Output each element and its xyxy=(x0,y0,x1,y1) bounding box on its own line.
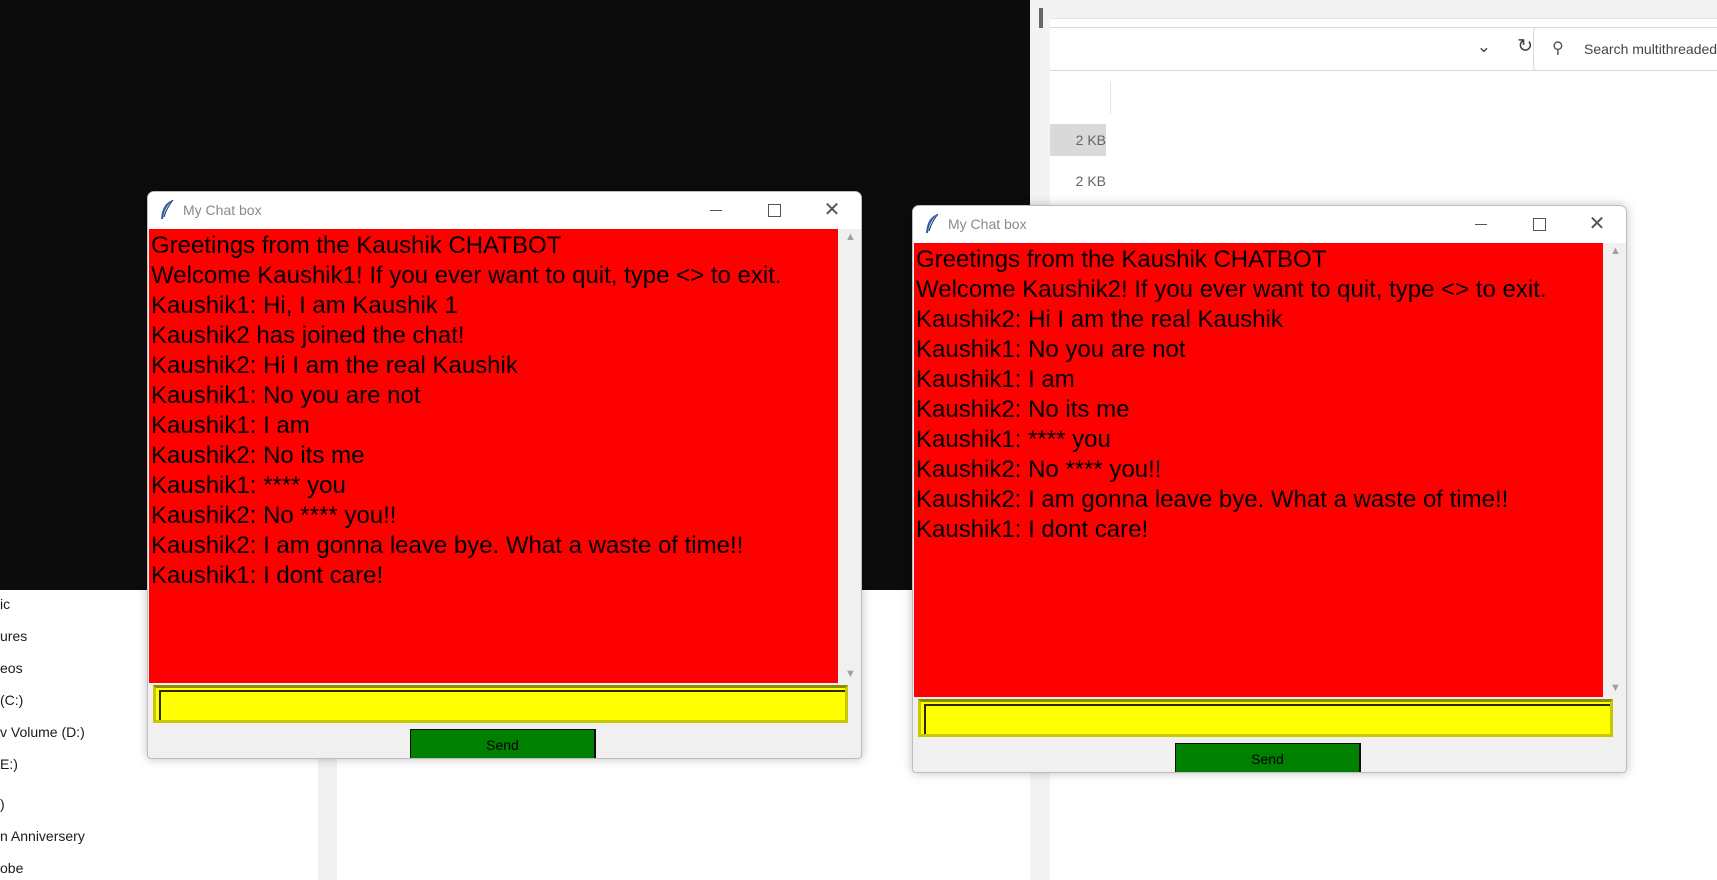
message-line: Kaushik1: **** you xyxy=(151,472,346,499)
send-button[interactable]: Send xyxy=(410,729,596,758)
message-line: Kaushik2 has joined the chat! xyxy=(151,322,465,349)
window-title: My Chat box xyxy=(183,202,262,218)
message-line: Kaushik1: I dont care! xyxy=(151,562,384,589)
message-line: Kaushik1: I am xyxy=(916,366,1075,393)
message-area[interactable]: Greetings from the Kaushik CHATBOT Welco… xyxy=(914,243,1603,697)
minimize-button[interactable] xyxy=(1452,206,1510,243)
message-scrollbar[interactable]: ▲ ▼ xyxy=(839,229,861,681)
maximize-icon xyxy=(767,204,781,218)
message-line: Kaushik2: No its me xyxy=(151,442,365,469)
send-button[interactable]: Send xyxy=(1175,743,1361,772)
nav-item-anniversery[interactable]: n Anniversery xyxy=(0,828,85,844)
search-input[interactable]: ⚲ Search multithreaded xyxy=(1533,27,1717,71)
nav-item-drive[interactable]: ) xyxy=(0,796,5,812)
minimize-button[interactable] xyxy=(687,192,745,229)
chat-window-kaushik1: My Chat box ✕ Greetings from the Kaushik… xyxy=(147,191,862,759)
message-line: Kaushik2: No **** you!! xyxy=(916,456,1162,483)
nav-item-drive-c[interactable]: (C:) xyxy=(0,692,23,708)
input-inner-border xyxy=(159,690,845,720)
nav-item-videos[interactable]: eos xyxy=(0,660,23,676)
title-bar[interactable]: My Chat box ✕ xyxy=(913,206,1626,243)
file-size-cell[interactable]: 2 KB xyxy=(1050,165,1106,197)
minimize-icon xyxy=(1475,224,1487,226)
message-scrollbar[interactable]: ▲ ▼ xyxy=(1604,243,1626,695)
column-divider[interactable] xyxy=(1110,82,1111,114)
chat-window-kaushik2: My Chat box ✕ Greetings from the Kaushik… xyxy=(912,205,1627,773)
message-line: Kaushik1: No you are not xyxy=(151,382,421,409)
message-line: Greetings from the Kaushik CHATBOT xyxy=(916,246,1327,273)
message-line: Kaushik2: No **** you!! xyxy=(151,502,397,529)
message-line: Welcome Kaushik1! If you ever want to qu… xyxy=(151,262,782,289)
message-input[interactable] xyxy=(153,685,848,723)
search-placeholder: Search multithreaded xyxy=(1584,41,1717,57)
message-line: Welcome Kaushik2! If you ever want to qu… xyxy=(916,276,1547,303)
message-line: Kaushik1: **** you xyxy=(916,426,1111,453)
nav-item-drive-e[interactable]: E:) xyxy=(0,756,18,772)
minimize-icon xyxy=(710,210,722,212)
maximize-icon xyxy=(1532,218,1546,232)
refresh-icon[interactable]: ↻ xyxy=(1517,35,1533,58)
close-button[interactable]: ✕ xyxy=(1568,206,1626,243)
close-button[interactable]: ✕ xyxy=(803,192,861,229)
message-line: Kaushik1: No you are not xyxy=(916,336,1186,363)
message-line: Kaushik2: I am gonna leave bye. What a w… xyxy=(916,486,1509,513)
resize-grip[interactable] xyxy=(1039,8,1043,28)
scroll-up-arrow-icon[interactable]: ▲ xyxy=(845,231,856,243)
message-input[interactable] xyxy=(918,699,1613,737)
chevron-down-icon[interactable]: ⌄ xyxy=(1477,37,1491,57)
maximize-button[interactable] xyxy=(1510,206,1568,243)
maximize-button[interactable] xyxy=(745,192,803,229)
message-line: Kaushik2: I am gonna leave bye. What a w… xyxy=(151,532,744,559)
window-title: My Chat box xyxy=(948,216,1027,232)
close-icon: ✕ xyxy=(823,199,841,221)
message-line: Kaushik1: Hi, I am Kaushik 1 xyxy=(151,292,458,319)
message-line: Greetings from the Kaushik CHATBOT xyxy=(151,232,562,259)
nav-item-adobe[interactable]: obe xyxy=(0,860,23,876)
scroll-up-arrow-icon[interactable]: ▲ xyxy=(1610,245,1621,257)
scroll-down-arrow-icon[interactable]: ▼ xyxy=(845,668,856,680)
message-line: Kaushik2: Hi I am the real Kaushik xyxy=(151,352,518,379)
nav-item-music[interactable]: ic xyxy=(0,596,10,612)
feather-icon xyxy=(926,213,939,233)
message-line: Kaushik2: No its me xyxy=(916,396,1130,423)
file-size-cell[interactable]: 2 KB xyxy=(1050,124,1106,156)
message-line: Kaushik1: I am xyxy=(151,412,310,439)
nav-item-drive-d[interactable]: v Volume (D:) xyxy=(0,724,85,740)
message-line: Kaushik2: Hi I am the real Kaushik xyxy=(916,306,1283,333)
nav-item-pictures[interactable]: ures xyxy=(0,628,27,644)
input-inner-border xyxy=(924,704,1610,734)
title-bar[interactable]: My Chat box ✕ xyxy=(148,192,861,229)
search-icon: ⚲ xyxy=(1552,40,1564,57)
message-line: Kaushik1: I dont care! xyxy=(916,516,1149,543)
address-bar[interactable]: ⌄ ↻ xyxy=(1050,27,1550,71)
message-area[interactable]: Greetings from the Kaushik CHATBOT Welco… xyxy=(149,229,838,683)
explorer-top-bar xyxy=(1030,0,1717,19)
close-icon: ✕ xyxy=(1588,213,1606,235)
feather-icon xyxy=(161,199,174,219)
scroll-down-arrow-icon[interactable]: ▼ xyxy=(1610,682,1621,694)
